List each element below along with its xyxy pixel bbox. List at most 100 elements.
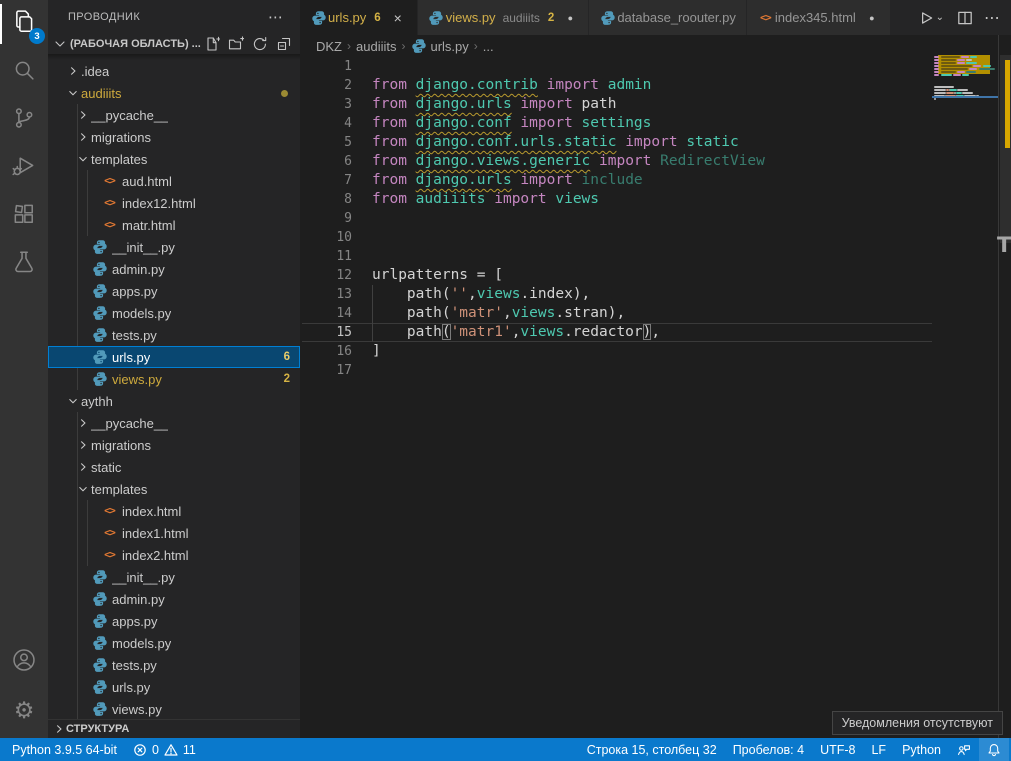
refresh-button[interactable]: [252, 36, 268, 52]
new-file-button[interactable]: [204, 36, 220, 52]
tree-file-apps-py[interactable]: apps.py: [48, 610, 300, 632]
cursor-position-status[interactable]: Строка 15, столбец 32: [579, 738, 725, 761]
tree-file-admin-py[interactable]: admin.py: [48, 258, 300, 280]
activity-testing-button[interactable]: [0, 240, 48, 288]
tree-file-matr-html[interactable]: <>matr.html: [48, 214, 300, 236]
tab-close-button[interactable]: ×: [389, 10, 407, 26]
problems-status[interactable]: 0 11: [125, 738, 204, 761]
minimap-line-mark: [941, 65, 972, 67]
tree-file-urls-py[interactable]: urls.py: [48, 676, 300, 698]
activity-search-button[interactable]: [0, 48, 48, 96]
chevron-right-icon[interactable]: [75, 437, 91, 453]
tree-file-urls-py[interactable]: urls.py6: [48, 346, 300, 368]
activity-account-button[interactable]: [0, 638, 48, 686]
tree-folder-templates[interactable]: templates: [48, 478, 300, 500]
breadcrumb-item-audiiits[interactable]: audiiits: [356, 39, 396, 54]
chevron-right-icon[interactable]: [75, 129, 91, 145]
activity-explorer-button[interactable]: 3: [0, 0, 48, 48]
tree-file-apps-py[interactable]: apps.py: [48, 280, 300, 302]
split-editor-button[interactable]: [956, 9, 974, 27]
code-line-9: 9: [300, 209, 1011, 228]
tree-file-views-py[interactable]: views.py: [48, 698, 300, 719]
tree-folder-dkz[interactable]: DKZ: [48, 53, 300, 60]
new-folder-button[interactable]: [228, 36, 244, 52]
explorer-more-actions-button[interactable]: ⋯: [268, 8, 284, 26]
chevron-down-icon[interactable]: [75, 481, 91, 497]
chevron-down-icon[interactable]: [65, 85, 81, 101]
chevron-down-icon[interactable]: [75, 151, 91, 167]
tree-file-aud-html[interactable]: <>aud.html: [48, 170, 300, 192]
tree-file-tests-py[interactable]: tests.py: [48, 654, 300, 676]
tree-file-views-py[interactable]: views.py2: [48, 368, 300, 390]
tree-item-label: __init__.py: [112, 570, 175, 585]
tree-item-label: apps.py: [112, 284, 158, 299]
tree-folder--idea[interactable]: .idea: [48, 60, 300, 82]
code-line-text: from django.contrib import admin: [352, 76, 651, 95]
tree-file-index12-html[interactable]: <>index12.html: [48, 192, 300, 214]
activity-run-debug-button[interactable]: [0, 144, 48, 192]
tree-folder-migrations[interactable]: migrations: [48, 434, 300, 456]
tab-urls-py[interactable]: urls.py6×: [300, 0, 418, 35]
tree-file-tests-py[interactable]: tests.py: [48, 324, 300, 346]
python-interpreter-status[interactable]: Python 3.9.5 64-bit: [4, 738, 125, 761]
editor-scrollbar[interactable]: [998, 35, 1011, 738]
tab-views-py[interactable]: views.pyaudiiits2●: [418, 0, 590, 35]
tree-folder-audiiits[interactable]: audiiits: [48, 82, 300, 104]
language-mode-status[interactable]: Python: [894, 738, 949, 761]
code-line-7: 7from django.urls import include: [300, 171, 1011, 190]
chevron-right-icon[interactable]: [75, 459, 91, 475]
tree-item-label: aythh: [81, 394, 113, 409]
tree-file-index2-html[interactable]: <>index2.html: [48, 544, 300, 566]
code-line-1: 1: [300, 57, 1011, 76]
activity-source-control-button[interactable]: [0, 96, 48, 144]
tab-index345-html[interactable]: <>index345.html●: [747, 0, 891, 35]
collapse-all-button[interactable]: [276, 36, 292, 52]
encoding-status[interactable]: UTF-8: [812, 738, 863, 761]
chevron-right-icon[interactable]: [65, 63, 81, 79]
tree-folder-migrations[interactable]: migrations: [48, 126, 300, 148]
run-dropdown-button[interactable]: ⌄: [936, 12, 944, 23]
tab-database-roouter-py[interactable]: database_roouter.py: [589, 0, 747, 35]
chevron-right-icon[interactable]: [75, 415, 91, 431]
chevron-spacer: [75, 569, 91, 585]
code-line-12: 12urlpatterns = [: [300, 266, 1011, 285]
tree-folder--pycache-[interactable]: __pycache__: [48, 104, 300, 126]
tree-file-admin-py[interactable]: admin.py: [48, 588, 300, 610]
tab-problems-badge: 6: [374, 12, 380, 24]
tree-item-label: admin.py: [112, 262, 165, 277]
tree-folder--pycache-[interactable]: __pycache__: [48, 412, 300, 434]
tree-file-models-py[interactable]: models.py: [48, 632, 300, 654]
code-line-11: 11: [300, 247, 1011, 266]
run-python-file-button[interactable]: [917, 9, 935, 27]
run-debug-icon: [11, 153, 37, 184]
code-line-14: 14 path('matr',views.stran),: [300, 304, 1011, 323]
breadcrumb-item-dkz[interactable]: DKZ: [316, 39, 342, 54]
tree-folder-aythh[interactable]: aythh: [48, 390, 300, 412]
notifications-bell-button[interactable]: [979, 738, 1009, 761]
eol-status[interactable]: LF: [863, 738, 894, 761]
tree-file-index1-html[interactable]: <>index1.html: [48, 522, 300, 544]
workspace-section-header[interactable]: (РАБОЧАЯ ОБЛАСТЬ) ...: [48, 34, 300, 54]
editor-more-actions-button[interactable]: ⋯: [984, 8, 1001, 28]
tree-folder-templates[interactable]: templates: [48, 148, 300, 170]
minimap-line-mark: [934, 56, 939, 58]
tree-file-models-py[interactable]: models.py: [48, 302, 300, 324]
activity-extensions-button[interactable]: [0, 192, 48, 240]
code-line-text: from django.urls import include: [352, 171, 643, 190]
breadcrumb-label: DKZ: [316, 39, 342, 54]
tree-file--init-py[interactable]: __init__.py: [48, 566, 300, 588]
breadcrumb-item--[interactable]: ...: [483, 39, 494, 54]
tree-item-label: models.py: [112, 306, 171, 321]
tree-file-index-html[interactable]: <>index.html: [48, 500, 300, 522]
breadcrumb-item-urls-py[interactable]: urls.py: [410, 38, 468, 54]
code-editor[interactable]: 12from django.contrib import admin3from …: [300, 57, 1011, 738]
indentation-status[interactable]: Пробелов: 4: [725, 738, 812, 761]
tree-file--init-py[interactable]: __init__.py: [48, 236, 300, 258]
feedback-button[interactable]: [949, 738, 979, 761]
activity-settings-button[interactable]: ⚙: [0, 686, 48, 734]
tree-folder-static[interactable]: static: [48, 456, 300, 478]
chevron-down-icon[interactable]: [65, 393, 81, 409]
chevron-right-icon[interactable]: [75, 107, 91, 123]
outline-section-header[interactable]: СТРУКТУРА: [48, 719, 300, 738]
tab-label: views.py: [446, 10, 496, 25]
